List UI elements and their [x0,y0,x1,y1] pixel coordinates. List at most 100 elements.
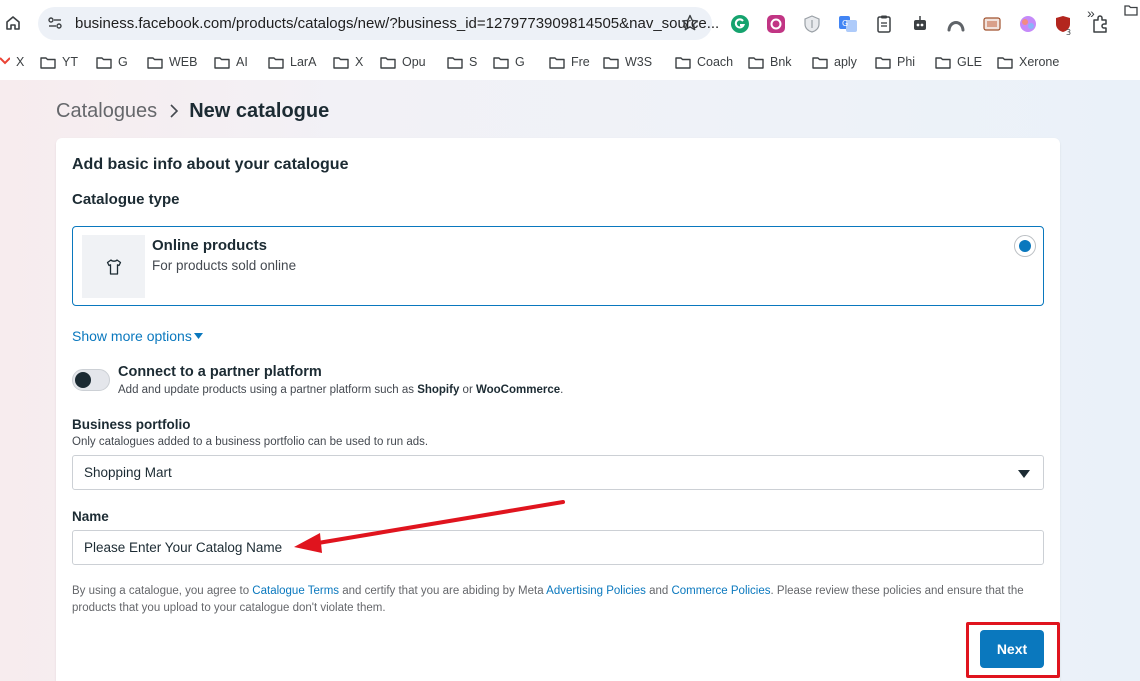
folder-icon [812,56,828,69]
folder-icon [748,56,764,69]
color-extension-icon[interactable] [766,14,786,34]
shield-badge-extension-icon[interactable]: 3 [1054,14,1074,37]
folder-icon [549,56,565,69]
bookmark-folder[interactable]: aply [812,52,857,72]
bookmark-folder[interactable]: G [493,52,525,72]
bookmark-folder[interactable]: LarA [268,52,316,72]
folder-icon [935,56,951,69]
omnibox[interactable]: business.facebook.com/products/catalogs/… [38,7,719,40]
catalogue-type-option-online[interactable]: Online products For products sold online [72,226,1044,306]
shield-extension-icon[interactable] [802,14,822,34]
screenshot-extension-icon[interactable] [982,14,1002,34]
chevron-right-icon [170,104,179,118]
show-more-options-label: Show more options [72,328,192,344]
bookmark-label: G [515,55,525,69]
bookmark-folder[interactable]: Fre [549,52,590,72]
partner-platform-toggle[interactable] [72,369,110,391]
url-text[interactable]: business.facebook.com/products/catalogs/… [75,15,719,32]
bookmark-folder[interactable]: Xerone [997,52,1059,72]
partner-platform-description: Add and update products using a partner … [118,384,563,396]
bookmark-folder[interactable]: W3S [603,52,652,72]
catalogue-name-input[interactable] [72,530,1044,565]
partner-platform-title: Connect to a partner platform [118,364,322,380]
bookmark-label: Phi [897,55,916,69]
breadcrumb-catalogues-link[interactable]: Catalogues [56,100,157,123]
all-bookmarks-folder-icon[interactable] [1124,3,1138,21]
browser-chrome: business.facebook.com/products/catalogs/… [0,0,1140,80]
bookmark-folder[interactable]: X [333,52,363,72]
folder-icon [603,56,619,69]
toggle-knob [75,372,91,388]
bookmark-label: AI [236,55,248,69]
bookmarks-bar: X YT G WEB AI LarA X Opu S G Fre W3S Coach Bnk aply Ph… [0,48,1140,76]
more-bookmarks-chevron[interactable]: » [1087,5,1095,21]
bookmark-folder[interactable]: S [447,52,477,72]
shopify-label: Shopify [417,384,460,396]
bookmark-folder[interactable]: Coach [675,52,733,72]
arc-extension-icon[interactable] [946,14,966,34]
bookmark-folder[interactable]: Opu [380,52,426,72]
bookmark-label: YT [62,55,78,69]
svg-text:G: G [842,19,848,28]
terms-text-2: and certify that you are abiding by Meta [339,585,547,597]
terms-text-1: By using a catalogue, you agree to [72,585,253,597]
partner-desc-text: Add and update products using a partner … [118,384,418,396]
bookmark-gmail[interactable]: X [0,52,24,72]
business-portfolio-value: Shopping Mart [84,465,172,480]
folder-icon [675,56,691,69]
site-settings-icon[interactable] [47,15,63,31]
bookmark-star-icon[interactable] [680,13,700,33]
folder-icon [147,56,163,69]
tshirt-icon [82,235,145,298]
catalogue-type-label: Catalogue type [72,191,180,208]
bookmark-folder[interactable]: Phi [875,52,915,72]
folder-icon [380,56,396,69]
brain-extension-icon[interactable] [1018,14,1038,34]
commerce-policies-link[interactable]: Commerce Policies [671,585,770,597]
bookmark-folder[interactable]: WEB [147,52,197,72]
bookmark-label: aply [834,55,857,69]
clipboard-extension-icon[interactable] [874,14,894,34]
extension-badge-count: 3 [1066,28,1071,36]
robot-extension-icon[interactable] [910,14,930,34]
page-title: New catalogue [189,99,330,122]
home-icon[interactable] [4,14,22,32]
dropdown-caret-icon [1018,470,1030,478]
bookmark-label: Fre [571,55,590,69]
grammarly-extension-icon[interactable] [730,14,750,34]
bookmark-folder[interactable]: G [96,52,128,72]
partner-or-text: or [459,384,476,396]
business-portfolio-description: Only catalogues added to a business port… [72,436,429,448]
next-button[interactable]: Next [980,630,1044,668]
folder-icon [875,56,891,69]
folder-icon [333,56,349,69]
folder-icon [997,56,1013,69]
bookmark-folder[interactable]: AI [214,52,248,72]
folder-icon [214,56,230,69]
translate-extension-icon[interactable]: G [838,14,858,34]
folder-icon [40,56,56,69]
name-label: Name [72,509,109,524]
bookmark-folder[interactable]: GLE [935,52,982,72]
new-catalogue-card: Add basic info about your catalogue Cata… [56,138,1060,681]
terms-text-3: and [645,585,672,597]
address-bar-row: business.facebook.com/products/catalogs/… [0,0,1140,46]
bookmark-label: Xerone [1019,55,1060,69]
bookmark-label: S [469,55,478,69]
catalogue-terms-link[interactable]: Catalogue Terms [252,585,339,597]
folder-icon [447,56,463,69]
bookmark-folder[interactable]: Bnk [748,52,792,72]
option-radio[interactable] [1014,235,1036,257]
folder-icon [493,56,509,69]
partner-period: . [560,384,564,396]
business-portfolio-select[interactable]: Shopping Mart [72,455,1044,490]
bookmark-folder[interactable]: YT [40,52,78,72]
bookmark-label: W3S [625,55,653,69]
advertising-policies-link[interactable]: Advertising Policies [546,585,646,597]
show-more-options-link[interactable]: Show more options [72,328,203,344]
bookmark-label: Coach [697,55,734,69]
bookmark-label: Opu [402,55,426,69]
folder-icon [268,56,284,69]
radio-selected-dot [1019,240,1031,252]
bookmark-label: G [118,55,128,69]
